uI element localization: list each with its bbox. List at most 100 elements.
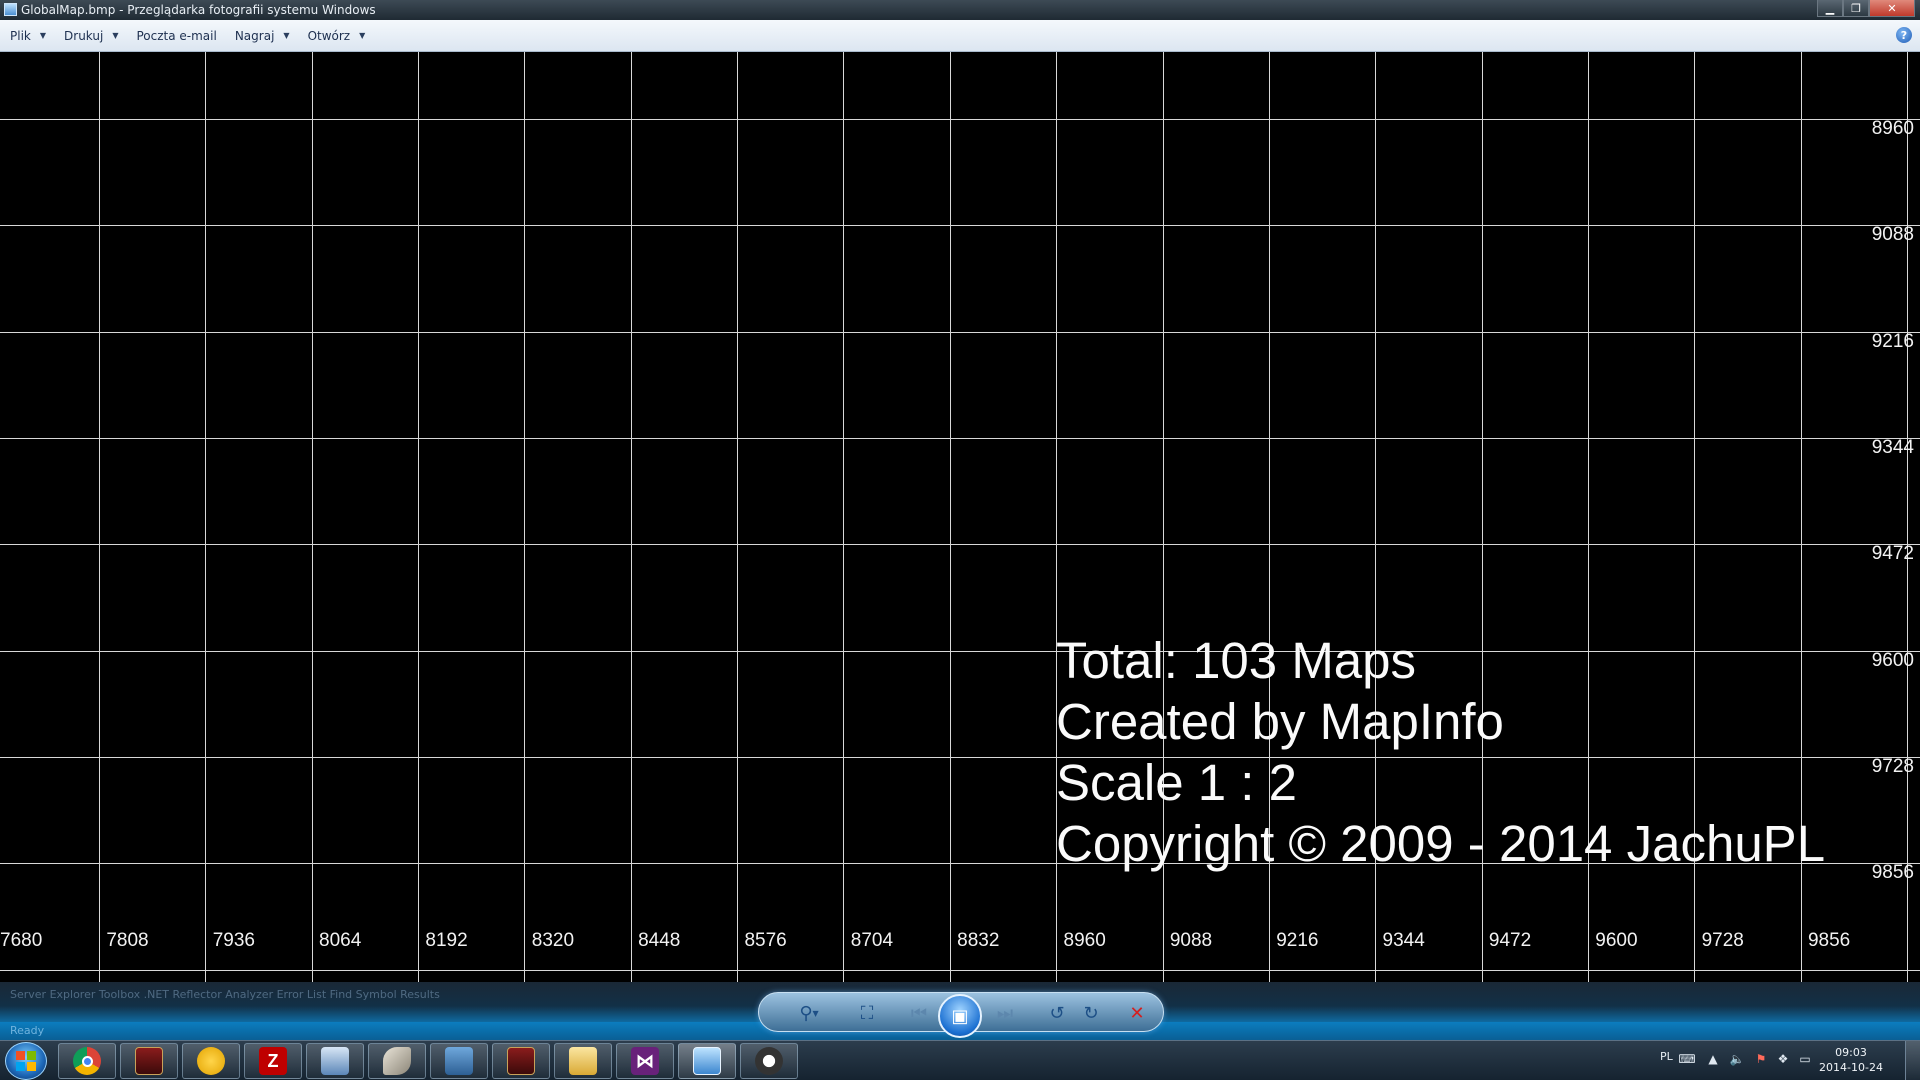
menu-item-drukuj[interactable]: Drukuj ▼ [64, 29, 118, 43]
x-axis-label: 8448 [638, 930, 681, 951]
x-axis-label: 8832 [957, 930, 1000, 951]
menu-label: Nagraj [234, 28, 275, 43]
x-axis-label: 9216 [1276, 930, 1319, 951]
zoom-button[interactable]: ⚲ ▼ [797, 1001, 821, 1025]
volume-icon[interactable]: 🔈 [1730, 1052, 1745, 1066]
y-axis-label: 9856 [1871, 862, 1914, 884]
close-button[interactable]: ✕ [1869, 0, 1915, 17]
taskbar-app-game-1[interactable] [120, 1043, 178, 1079]
clock-date: 2014-10-24 [1819, 1061, 1883, 1074]
fit-window-button[interactable]: ⛶ [855, 1001, 879, 1025]
x-axis-label: 8320 [531, 930, 575, 951]
menu-item-poczta-email[interactable]: Poczta e-mail [136, 29, 216, 43]
x-axis-label: 8192 [425, 930, 468, 951]
grid-line-vertical [737, 52, 739, 982]
keyboard-icon[interactable]: ⌨ [1678, 1052, 1695, 1066]
minimize-icon: ▁ [1825, 1, 1835, 15]
x-axis-label: 9600 [1595, 930, 1638, 951]
show-desktop-button[interactable] [1905, 1041, 1920, 1080]
fit-window-icon: ⛶ [860, 1002, 874, 1024]
action-center-icon[interactable]: ⚑ [1754, 1052, 1768, 1066]
x-axis-label: 9728 [1701, 930, 1744, 951]
menu-label: Drukuj [64, 28, 104, 43]
maximize-button[interactable]: ❐ [1843, 0, 1869, 17]
rotate-cw-icon: ↻ [1083, 1002, 1099, 1024]
show-hidden-icons-icon[interactable]: ▲ [1706, 1052, 1720, 1066]
delete-button[interactable]: ✕ [1125, 1001, 1149, 1025]
close-icon: ✕ [1887, 1, 1897, 15]
menu-label: Plik [10, 28, 31, 43]
grid-line-vertical [1906, 52, 1908, 982]
dropbox-icon[interactable]: ❖ [1776, 1052, 1790, 1066]
x-axis-label: 8576 [744, 930, 787, 951]
previous-button[interactable]: ⏮ [899, 1001, 939, 1025]
image-viewport[interactable]: 7680 7808 7936 8064 8192 8320 8448 8576 8704 8832… [0, 52, 1920, 982]
background-tabs-text: Server Explorer Toolbox .NET Reflector A… [10, 988, 440, 1001]
y-axis-label: 9088 [1871, 224, 1914, 246]
taskbar-app-game-2[interactable] [492, 1043, 550, 1079]
map-scale-text: Scale 1 : 2 [1056, 754, 1297, 811]
delete-icon: ✕ [1129, 1002, 1145, 1024]
window-title: GlobalMap.bmp - Przeglądarka fotografii … [21, 3, 376, 17]
slideshow-button[interactable]: ▣ [938, 994, 982, 1038]
y-axis-label: 9344 [1871, 437, 1914, 459]
map-info-block: Total: 103 Maps Created by MapInfo Scale… [1056, 630, 1825, 874]
taskbar-app-explorer[interactable] [554, 1043, 612, 1079]
window-controls: ▁ ❐ ✕ [1817, 0, 1915, 18]
next-icon: ⏭ [996, 1002, 1014, 1024]
taskbar-app-bee[interactable] [182, 1043, 240, 1079]
grid-line-horizontal [0, 438, 1920, 440]
x-axis-label: 8960 [1063, 930, 1106, 951]
dropdown-arrow-icon: ▼ [283, 31, 290, 40]
menu-item-nagraj[interactable]: Nagraj ▼ [235, 29, 290, 43]
network-status-icon[interactable]: ▭ [1798, 1052, 1812, 1066]
clock-time: 09:03 [1835, 1046, 1867, 1059]
taskbar-app-filezilla[interactable]: Z [244, 1043, 302, 1079]
dropdown-arrow-icon: ▼ [359, 31, 366, 40]
visual-studio-icon: ⋈ [631, 1047, 659, 1075]
taskbar: Z ⋈ [0, 1040, 1920, 1080]
dropdown-arrow-icon: ▼ [39, 31, 47, 40]
language-indicator[interactable]: PL [1660, 1050, 1673, 1063]
menu-label: Otwórz [307, 28, 351, 43]
rotate-left-button[interactable]: ↺ [1045, 1001, 1069, 1025]
next-button[interactable]: ⏭ [985, 1001, 1025, 1025]
magnifier-icon: ⚲ [799, 1002, 813, 1024]
start-button[interactable] [5, 1042, 47, 1080]
lemur-icon [755, 1047, 783, 1075]
dropdown-arrow-icon: ▼ [812, 1008, 819, 1018]
map-copyright-text: Copyright © 2009 - 2014 JachuPL [1056, 815, 1826, 872]
taskbar-clock[interactable]: 09:03 2014-10-24 [1816, 1045, 1886, 1075]
minimize-button[interactable]: ▁ [1817, 0, 1843, 17]
help-icon[interactable]: ? [1896, 27, 1912, 43]
menu-item-plik[interactable]: Plik ▼ [10, 29, 46, 43]
taskbar-app-feather-tool[interactable] [368, 1043, 426, 1079]
taskbar-app-visual-studio[interactable]: ⋈ [616, 1043, 674, 1079]
rotate-right-button[interactable]: ↻ [1079, 1001, 1103, 1025]
x-axis-label: 8704 [850, 930, 894, 951]
grid-line-horizontal [0, 331, 1920, 333]
y-axis-label: 9600 [1871, 649, 1914, 671]
grid-line-vertical [524, 52, 526, 982]
x-axis-label: 9472 [1488, 930, 1532, 951]
previous-icon: ⏮ [910, 1002, 928, 1024]
photo-viewer-app-icon [4, 3, 17, 16]
taskbar-app-photo-viewer[interactable] [678, 1043, 736, 1079]
game-icon [135, 1047, 163, 1075]
grid-line-vertical [99, 52, 100, 982]
x-axis-label: 7808 [106, 930, 149, 951]
x-axis-label: 9088 [1169, 930, 1213, 951]
menu-item-otworz[interactable]: Otwórz ▼ [308, 29, 366, 43]
windows-logo-icon [16, 1051, 36, 1071]
x-axis-label: 8064 [319, 930, 362, 951]
chrome-icon [73, 1047, 101, 1075]
grid-line-horizontal [0, 544, 1920, 546]
taskbar-app-remote-desktop[interactable] [430, 1043, 488, 1079]
taskbar-app-chrome[interactable] [58, 1043, 116, 1079]
grid-line-vertical [205, 52, 207, 982]
taskbar-app-network-tool[interactable] [306, 1043, 364, 1079]
taskbar-app-lemur-tool[interactable] [740, 1043, 798, 1079]
rotate-ccw-icon: ↺ [1049, 1002, 1065, 1024]
filezilla-icon: Z [259, 1047, 287, 1075]
x-axis-label: 9344 [1382, 930, 1425, 951]
